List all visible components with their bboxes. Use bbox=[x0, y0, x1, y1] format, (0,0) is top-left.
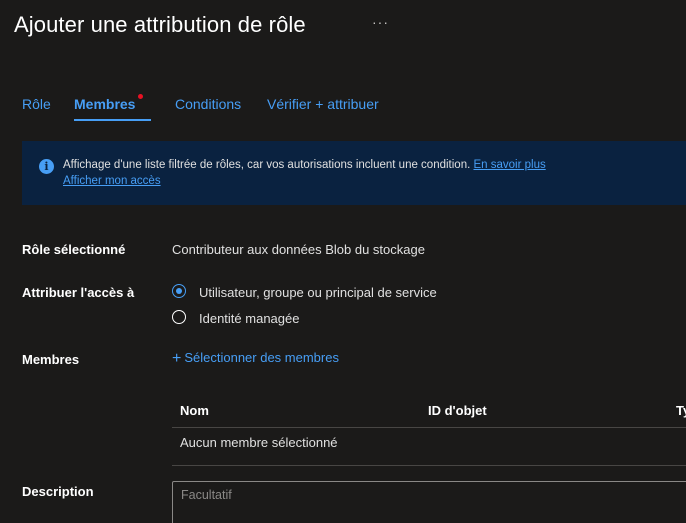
add-role-assignment-page: Ajouter une attribution de rôle ··· Rôle… bbox=[0, 0, 686, 523]
assign-access-label: Attribuer l'accès à bbox=[22, 285, 135, 300]
tab-review-assign[interactable]: Vérifier + attribuer bbox=[267, 96, 379, 112]
page-title: Ajouter une attribution de rôle bbox=[14, 12, 306, 37]
description-field[interactable]: Facultatif bbox=[172, 481, 686, 523]
tab-members[interactable]: Membres bbox=[74, 96, 135, 112]
radio-managed-identity-label[interactable]: Identité managée bbox=[199, 311, 299, 326]
description-placeholder: Facultatif bbox=[181, 488, 232, 502]
required-dot-icon bbox=[138, 94, 143, 99]
radio-user-group-sp-label[interactable]: Utilisateur, groupe ou principal de serv… bbox=[199, 285, 437, 300]
selected-role-value: Contributeur aux données Blob du stockag… bbox=[172, 242, 425, 257]
show-access-link[interactable]: Afficher mon accès bbox=[63, 175, 161, 187]
selected-role-label: Rôle sélectionné bbox=[22, 242, 126, 257]
banner-message: Affichage d'une liste filtrée de rôles, … bbox=[63, 159, 471, 171]
plus-icon: + bbox=[172, 350, 182, 367]
select-members-button[interactable]: + Sélectionner des membres bbox=[172, 350, 339, 368]
members-table: Nom ID d'objet Ty Aucun membre sélection… bbox=[172, 390, 686, 466]
learn-more-link[interactable]: En savoir plus bbox=[473, 159, 545, 171]
column-header-name[interactable]: Nom bbox=[180, 403, 209, 418]
members-label: Membres bbox=[22, 352, 80, 367]
info-banner: i Affichage d'une liste filtrée de rôles… bbox=[22, 141, 686, 205]
table-divider bbox=[172, 427, 686, 428]
tab-conditions[interactable]: Conditions bbox=[175, 96, 241, 112]
active-tab-underline bbox=[74, 119, 151, 121]
select-members-label: Sélectionner des membres bbox=[184, 350, 339, 365]
empty-table-message: Aucun membre sélectionné bbox=[180, 435, 338, 450]
radio-user-group-sp[interactable] bbox=[172, 284, 186, 298]
column-header-object-id[interactable]: ID d'objet bbox=[428, 403, 487, 418]
banner-message-line: Affichage d'une liste filtrée de rôles, … bbox=[63, 159, 546, 171]
more-options-button[interactable]: ··· bbox=[372, 14, 389, 30]
tab-role[interactable]: Rôle bbox=[22, 96, 51, 112]
radio-managed-identity[interactable] bbox=[172, 310, 186, 324]
column-header-type[interactable]: Ty bbox=[676, 403, 686, 418]
table-divider bbox=[172, 465, 686, 466]
description-label: Description bbox=[22, 484, 94, 499]
info-icon: i bbox=[39, 159, 54, 174]
